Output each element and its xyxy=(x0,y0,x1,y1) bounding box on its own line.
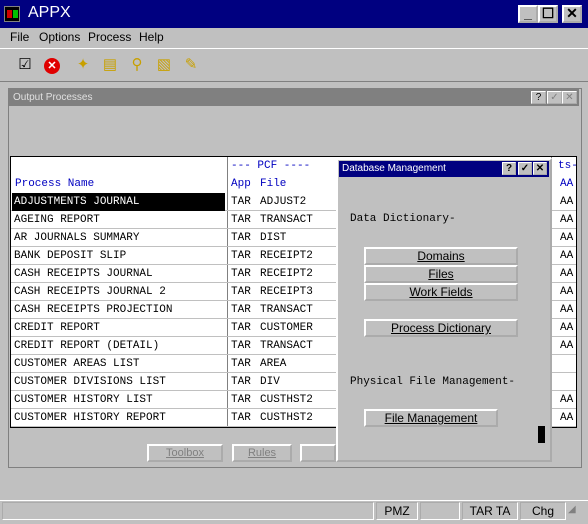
right-cell[interactable]: AA xyxy=(560,229,573,247)
find-icon[interactable]: ⚲ xyxy=(126,54,148,76)
title-bar: APPX _ ☐ ✕ xyxy=(0,0,588,28)
file-cell[interactable]: RECEIPT2 xyxy=(260,247,313,265)
right-cell[interactable]: AA xyxy=(560,391,573,409)
app-cell[interactable]: TAR xyxy=(231,283,251,301)
menu-help[interactable]: Help xyxy=(139,30,164,44)
process-name-header: Process Name xyxy=(15,178,95,190)
right-cell[interactable]: AA xyxy=(560,193,573,211)
app-cell[interactable]: TAR xyxy=(231,265,251,283)
process-name-cell[interactable]: AGEING REPORT xyxy=(12,211,225,229)
more-button[interactable] xyxy=(300,444,336,462)
status-empty xyxy=(420,502,460,520)
right-cell[interactable]: AA xyxy=(560,319,573,337)
rules-button[interactable]: Rules xyxy=(232,444,292,462)
file-cell[interactable]: DIV xyxy=(260,373,280,391)
app-cell[interactable]: TAR xyxy=(231,247,251,265)
maximize-button[interactable]: ☐ xyxy=(538,5,558,23)
file-cell[interactable]: CUSTHST2 xyxy=(260,409,313,427)
file-cell[interactable]: TRANSACT xyxy=(260,211,313,229)
status-chg: Chg xyxy=(520,502,566,520)
toolbox-button[interactable]: Toolbox xyxy=(147,444,223,462)
process-name-cell[interactable]: CREDIT REPORT (DETAIL) xyxy=(12,337,225,355)
process-name-cell[interactable]: CREDIT REPORT xyxy=(12,319,225,337)
pcf-header: --- PCF ---- xyxy=(231,160,311,172)
status-tar: TAR TA xyxy=(462,502,518,520)
right-cell[interactable]: AA xyxy=(560,283,573,301)
process-name-cell[interactable]: CASH RECEIPTS JOURNAL 2 xyxy=(12,283,225,301)
delete-icon[interactable]: ▧ xyxy=(153,54,175,76)
right-cell[interactable]: AA xyxy=(560,409,573,427)
right-cell[interactable]: AA xyxy=(560,211,573,229)
files-button[interactable]: Files xyxy=(364,265,518,283)
help-icon[interactable]: ? xyxy=(531,91,546,104)
status-message xyxy=(2,502,374,520)
dialog-close-icon[interactable]: ✕ xyxy=(533,162,547,175)
menu-options[interactable]: Options xyxy=(39,30,80,44)
app-cell[interactable]: TAR xyxy=(231,211,251,229)
scroll-thumb[interactable] xyxy=(538,426,545,443)
dialog-ok-icon[interactable]: ✓ xyxy=(518,162,532,175)
minimize-button[interactable]: _ xyxy=(518,5,538,23)
menu-file[interactable]: File xyxy=(10,30,29,44)
resize-grip-icon[interactable]: ◢ xyxy=(568,504,584,520)
file-cell[interactable]: DIST xyxy=(260,229,286,247)
right-column-header-top: ts- xyxy=(558,160,578,172)
check-icon[interactable]: ☑ xyxy=(14,54,36,76)
process-name-cell[interactable]: ADJUSTMENTS JOURNAL xyxy=(12,193,225,211)
process-name-cell[interactable]: CUSTOMER HISTORY REPORT xyxy=(12,409,225,427)
dialog-help-icon[interactable]: ? xyxy=(502,162,516,175)
output-processes-title: Output Processes xyxy=(9,89,579,106)
process-name-cell[interactable]: CUSTOMER AREAS LIST xyxy=(12,355,225,373)
right-cell[interactable]: AA xyxy=(560,265,573,283)
file-cell[interactable]: TRANSACT xyxy=(260,301,313,319)
app-cell[interactable]: TAR xyxy=(231,409,251,427)
cancel-icon[interactable]: ✕ xyxy=(41,54,63,76)
edit-icon[interactable]: ✎ xyxy=(180,54,202,76)
ok-icon[interactable]: ✓ xyxy=(547,91,562,104)
open-icon[interactable]: ▤ xyxy=(99,54,121,76)
work-fields-button[interactable]: Work Fields xyxy=(364,283,518,301)
close-icon[interactable]: ✕ xyxy=(562,91,577,104)
new-icon[interactable]: ✦ xyxy=(72,54,94,76)
app-cell[interactable]: TAR xyxy=(231,337,251,355)
process-name-cell[interactable]: CASH RECEIPTS JOURNAL xyxy=(12,265,225,283)
file-management-button[interactable]: File Management xyxy=(364,409,498,427)
process-name-cell[interactable]: BANK DEPOSIT SLIP xyxy=(12,247,225,265)
right-cell[interactable]: AA xyxy=(560,247,573,265)
file-header: File xyxy=(260,178,287,190)
file-cell[interactable]: ADJUST2 xyxy=(260,193,306,211)
domains-button[interactable]: Domains xyxy=(364,247,518,265)
data-dictionary-label: Data Dictionary- xyxy=(350,213,456,225)
process-name-cell[interactable]: CUSTOMER HISTORY LIST xyxy=(12,391,225,409)
process-name-cell[interactable]: CUSTOMER DIVISIONS LIST xyxy=(12,373,225,391)
close-button[interactable]: ✕ xyxy=(562,5,582,23)
file-cell[interactable]: CUSTHST2 xyxy=(260,391,313,409)
app-cell[interactable]: TAR xyxy=(231,229,251,247)
app-icon xyxy=(4,6,20,22)
right-cell[interactable]: AA xyxy=(560,301,573,319)
file-cell[interactable]: AREA xyxy=(260,355,286,373)
right-column-header: AA xyxy=(560,178,574,190)
app-cell[interactable]: TAR xyxy=(231,319,251,337)
status-pmz: PMZ xyxy=(376,502,418,520)
physical-file-label: Physical File Management- xyxy=(350,376,516,388)
app-cell[interactable]: TAR xyxy=(231,355,251,373)
app-header: App xyxy=(231,178,251,190)
process-name-cell[interactable]: AR JOURNALS SUMMARY xyxy=(12,229,225,247)
right-cell[interactable]: AA xyxy=(560,337,573,355)
window-title: APPX xyxy=(28,4,71,21)
file-cell[interactable]: CUSTOMER xyxy=(260,319,313,337)
process-name-cell[interactable]: CASH RECEIPTS PROJECTION xyxy=(12,301,225,319)
app-cell[interactable]: TAR xyxy=(231,373,251,391)
app-cell[interactable]: TAR xyxy=(231,391,251,409)
file-cell[interactable]: TRANSACT xyxy=(260,337,313,355)
app-cell[interactable]: TAR xyxy=(231,301,251,319)
process-dictionary-button[interactable]: Process Dictionary xyxy=(364,319,518,337)
app-cell[interactable]: TAR xyxy=(231,193,251,211)
file-cell[interactable]: RECEIPT2 xyxy=(260,265,313,283)
file-cell[interactable]: RECEIPT3 xyxy=(260,283,313,301)
menu-process[interactable]: Process xyxy=(88,30,131,44)
